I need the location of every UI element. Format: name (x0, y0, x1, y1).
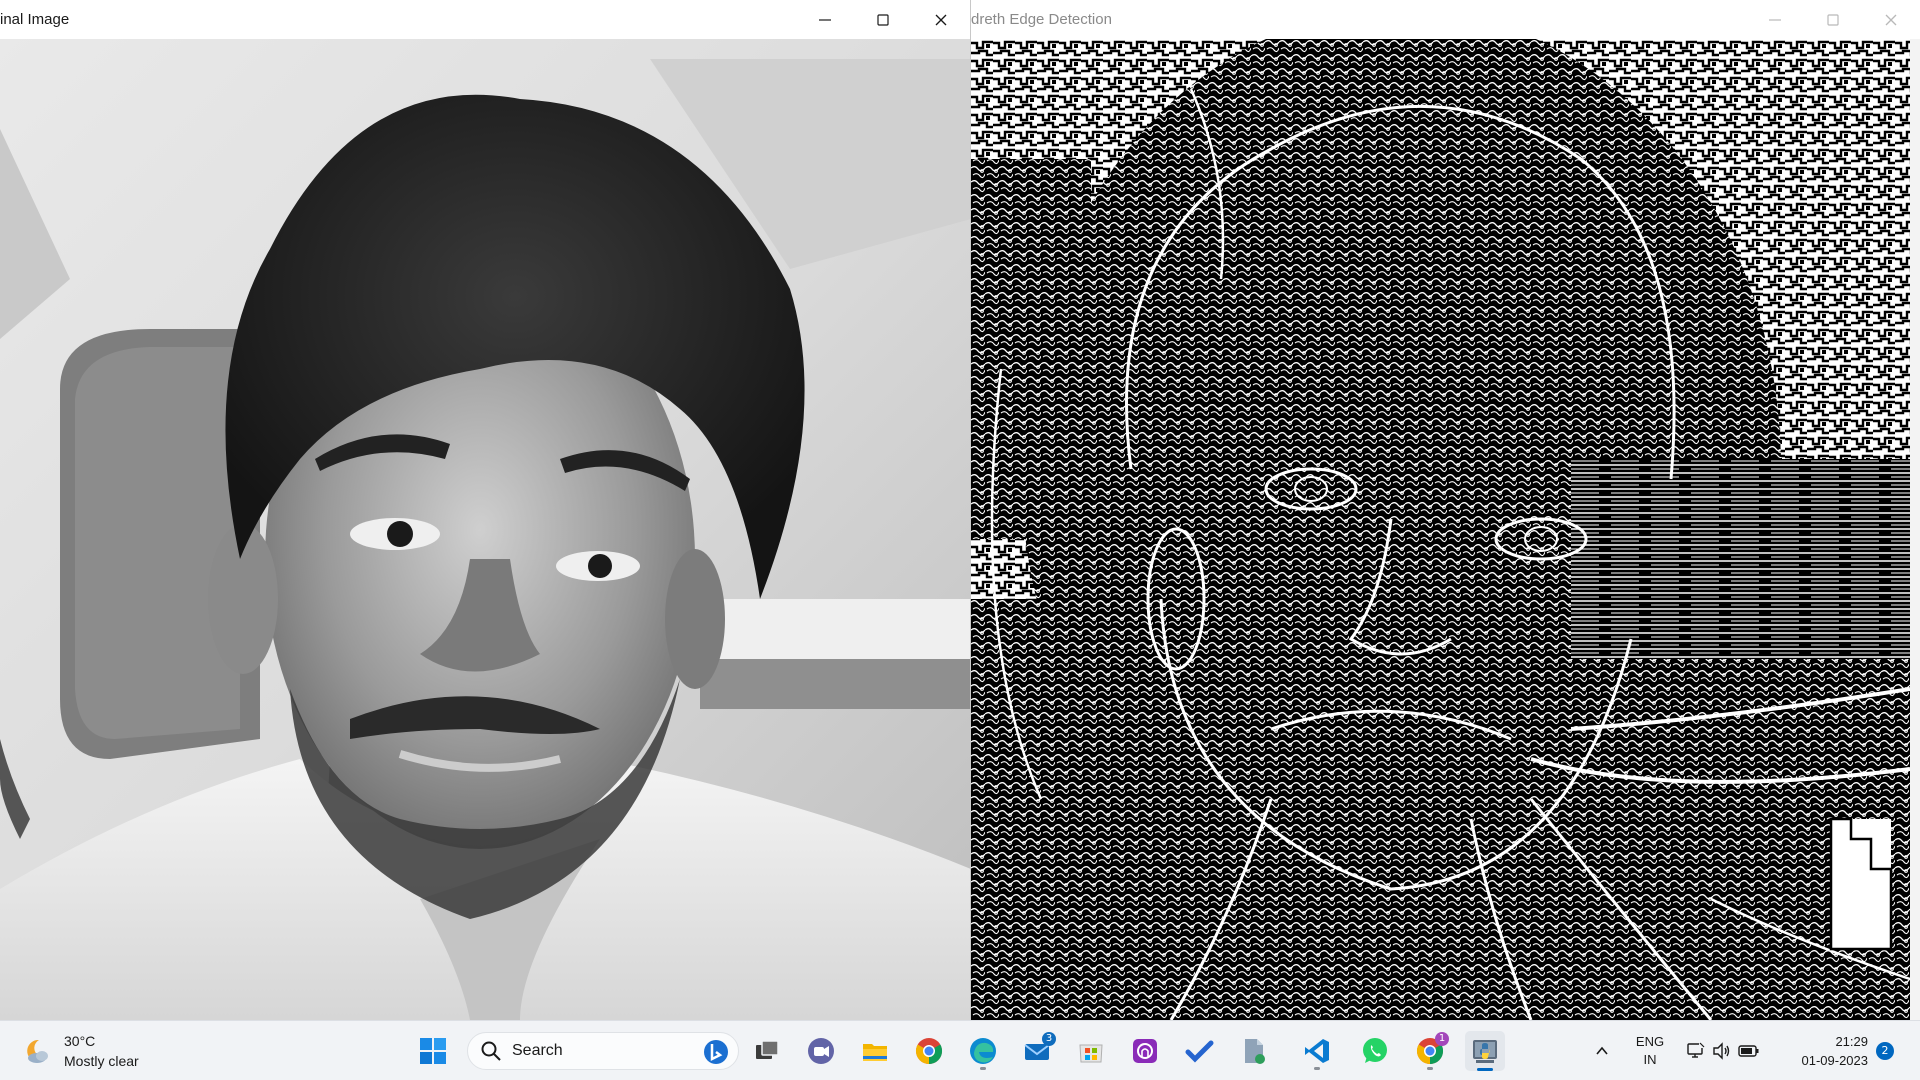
title-bar[interactable]: inal Image (0, 0, 970, 39)
moon-cloud-icon (27, 1039, 48, 1063)
system-status-button[interactable] (1684, 1021, 1762, 1080)
clock-time: 21:29 (1835, 1034, 1868, 1049)
battery-icon (1738, 1045, 1759, 1057)
original-image-canvas (0, 39, 970, 1020)
video-chat-icon (808, 1038, 834, 1064)
maximize-button[interactable] (854, 0, 912, 39)
active-indicator (1477, 1068, 1493, 1071)
chat-button[interactable] (801, 1031, 841, 1071)
language-indicator[interactable]: ENG IN (1624, 1021, 1676, 1080)
windows-icon (420, 1038, 446, 1064)
minimize-icon (1769, 18, 1781, 21)
close-icon (935, 14, 947, 25)
close-button[interactable] (912, 0, 970, 39)
language-code: ENG (1635, 1034, 1665, 1049)
weather-condition: Mostly clear (64, 1053, 139, 1069)
maximize-icon (877, 13, 889, 26)
window-title: inal Image (0, 11, 70, 28)
taskbar: 30°C Mostly clear Search 3 1 ENG IN 21:2… (0, 1020, 1920, 1080)
chrome-icon (915, 1038, 943, 1065)
python-button[interactable] (1465, 1031, 1505, 1071)
clock[interactable]: 21:29 01-09-2023 (1768, 1021, 1869, 1080)
network-icon (1687, 1042, 1705, 1058)
search-icon (481, 1041, 501, 1061)
bing-icon[interactable] (702, 1038, 730, 1066)
original-image-window[interactable]: inal Image (0, 0, 971, 1020)
vscode-button[interactable] (1297, 1031, 1337, 1071)
chrome-profile-badge: 1 (1435, 1032, 1449, 1046)
close-button[interactable] (1862, 0, 1920, 39)
maximize-icon (1827, 13, 1839, 26)
edge-image-canvas (971, 39, 1910, 1020)
task-view-button[interactable] (747, 1031, 787, 1071)
maximize-button[interactable] (1804, 0, 1862, 39)
running-indicator (1314, 1067, 1320, 1070)
close-icon (1885, 14, 1897, 25)
folder-icon (863, 1044, 887, 1061)
volume-icon (1713, 1042, 1730, 1060)
whatsapp-icon (1363, 1038, 1387, 1063)
purple-app-icon (1133, 1039, 1157, 1063)
running-indicator (1427, 1067, 1433, 1070)
clock-date: 01-09-2023 (1801, 1053, 1869, 1068)
file-explorer-button[interactable] (855, 1031, 895, 1071)
python-icon (1473, 1040, 1497, 1063)
checkmark-icon (1185, 1040, 1214, 1063)
region-code: IN (1643, 1052, 1657, 1067)
mail-badge: 3 (1042, 1032, 1056, 1046)
document-icon (1245, 1039, 1265, 1064)
search-label: Search (512, 1042, 563, 1059)
running-indicator (980, 1067, 986, 1070)
grayscale-portrait-photo (0, 39, 970, 1020)
whatsapp-button[interactable] (1355, 1031, 1395, 1071)
edge-detection-output (971, 39, 1910, 1020)
store-button[interactable] (1071, 1031, 1111, 1071)
mail-button[interactable]: 3 (1017, 1031, 1057, 1071)
start-button[interactable] (413, 1031, 453, 1071)
edge-icon (970, 1038, 996, 1064)
weather-widget[interactable]: 30°C Mostly clear (22, 1029, 139, 1073)
window-title: dreth Edge Detection (971, 11, 1112, 28)
notification-badge[interactable]: 2 (1876, 1042, 1894, 1060)
search-box[interactable]: Search (467, 1032, 739, 1070)
purple-app-button[interactable] (1125, 1031, 1165, 1071)
task-view-icon (756, 1040, 779, 1059)
title-bar[interactable]: dreth Edge Detection (971, 0, 1920, 39)
minimize-icon (819, 18, 831, 21)
show-hidden-icons-button[interactable] (1587, 1021, 1617, 1080)
chrome-button[interactable] (909, 1031, 949, 1071)
todo-button[interactable] (1179, 1031, 1219, 1071)
chevron-up-icon (1596, 1046, 1608, 1055)
chrome-profile-button[interactable]: 1 (1410, 1031, 1450, 1071)
vscode-icon (1305, 1039, 1329, 1063)
store-icon (1079, 1044, 1103, 1063)
weather-temperature: 30°C (64, 1033, 96, 1049)
minimize-button[interactable] (1746, 0, 1804, 39)
file-app-button[interactable] (1233, 1031, 1273, 1071)
window-edge (1910, 39, 1920, 1020)
minimize-button[interactable] (796, 0, 854, 39)
edge-button[interactable] (963, 1031, 1003, 1071)
edge-detection-window[interactable]: dreth Edge Detection (971, 0, 1920, 1020)
